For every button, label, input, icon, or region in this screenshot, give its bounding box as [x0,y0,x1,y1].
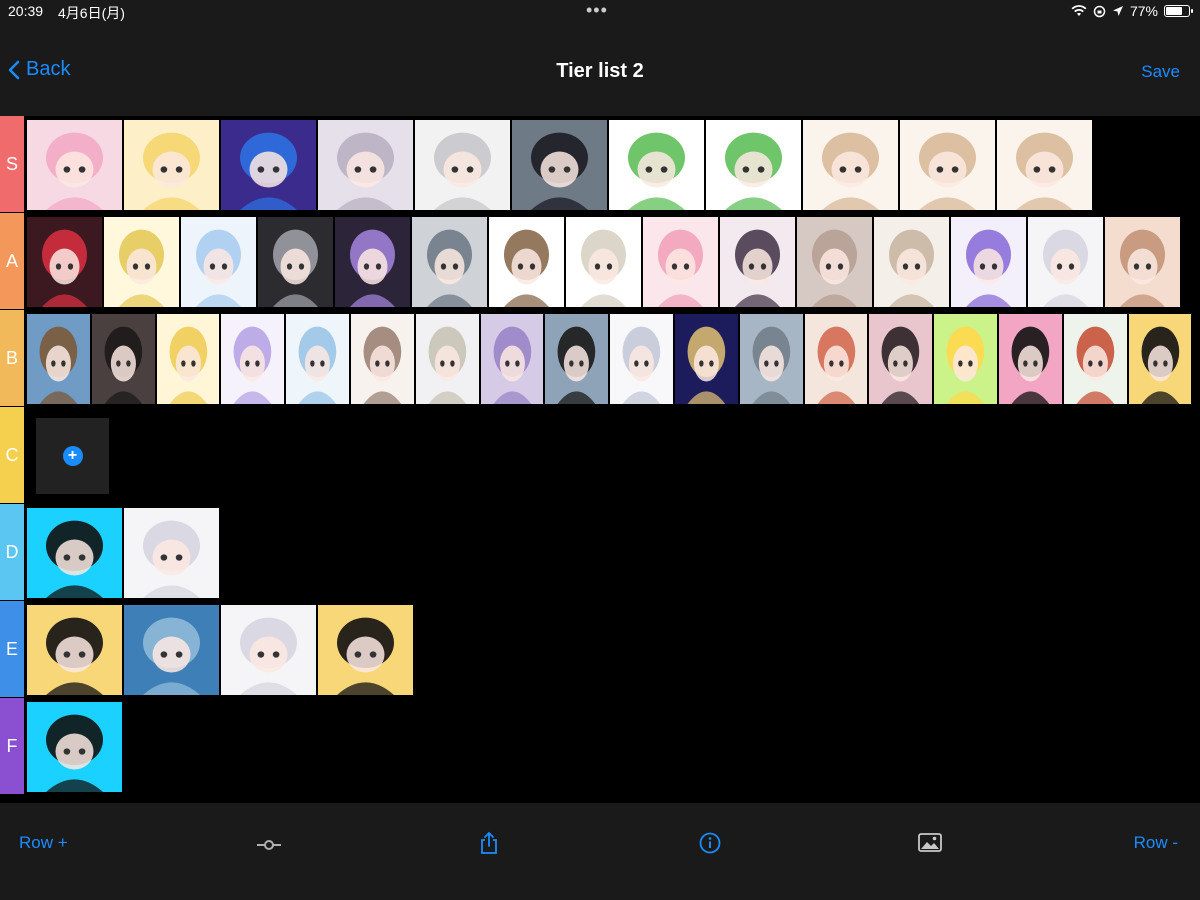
save-button[interactable]: Save [1141,62,1180,82]
tier-image-photo-girl-dark[interactable] [90,313,156,405]
slider-icon[interactable] [256,837,282,857]
tier-image-cat-ears[interactable] [350,313,415,405]
tier-image-green-dino[interactable] [705,119,802,211]
tier-row-c[interactable]: C + [0,407,1200,504]
tier-image-white-haired[interactable] [414,119,511,211]
tier-row-e[interactable]: E [0,601,1200,698]
back-label: Back [26,58,71,80]
tier-row-a[interactable]: A [0,213,1200,310]
page-title: Tier list 2 [556,60,644,82]
tier-list: S A B C + D E F [0,116,1200,800]
status-time: 20:39 [8,3,44,19]
tier-image-photo-girl-pink[interactable] [868,313,934,405]
battery-percent: 77% [1129,3,1158,19]
tier-image-mickey[interactable] [1127,313,1193,405]
tier-label[interactable]: F [0,698,24,794]
tier-image-grey-wolf[interactable] [257,216,334,308]
tier-image-penguin[interactable] [544,313,610,405]
wifi-icon [1071,5,1087,16]
tier-image-blonde-wink[interactable] [155,313,221,405]
tier-image-white-boy[interactable] [220,604,317,696]
tier-image-photo-girl[interactable] [511,119,608,211]
tier-image-purple-fluffy[interactable] [479,313,545,405]
tier-row-b[interactable]: B [0,310,1200,407]
tier-label[interactable]: B [0,310,24,406]
chevron-left-icon [8,60,20,79]
tier-image-night-boy[interactable] [674,313,739,405]
tier-image-light-blue[interactable] [180,216,257,308]
tier-image-landscape[interactable] [26,313,91,405]
tier-label[interactable]: A [0,213,24,309]
tier-row-d[interactable]: D [0,504,1200,601]
tier-image-blonde-boy[interactable] [103,216,180,308]
tier-image-brown-girl[interactable] [1104,216,1181,308]
image-icon[interactable] [918,833,942,857]
tier-image-white-boy[interactable] [1027,216,1104,308]
tier-image-mickey[interactable] [317,604,414,696]
tier-image-blue-eye[interactable] [414,313,480,405]
tier-image-sunglasses-chick[interactable] [933,313,998,405]
multitasking-dots-icon[interactable]: ••• [586,0,608,21]
tier-image-brown-boy[interactable] [488,216,565,308]
tier-image-lavender-boy[interactable] [220,313,286,405]
row-minus-button[interactable]: Row - [1134,833,1178,853]
tier-image-mickey-rainbow[interactable] [26,507,123,599]
info-icon[interactable] [699,832,721,859]
battery-fill [1166,7,1183,15]
bottom-toolbar: Row + Row - [0,803,1200,900]
tier-image-red-hair-boy[interactable] [1062,313,1128,405]
tier-image-bunny-girl[interactable] [899,119,996,211]
tier-image-red-hood[interactable] [803,313,869,405]
tier-image-beige-girl[interactable] [796,216,873,308]
tier-row-s[interactable]: S [0,116,1200,213]
tier-image-bunny-girl[interactable] [802,119,899,211]
row-plus-button[interactable]: Row + [19,833,68,853]
tier-image-green-dino[interactable] [608,119,705,211]
status-right: 77% [1071,3,1193,19]
tier-image-red-hair[interactable] [26,216,103,308]
plus-icon: + [62,446,83,466]
tier-label[interactable]: D [0,504,24,600]
orientation-lock-icon [1093,5,1106,17]
tier-image-old-man[interactable] [411,216,488,308]
share-icon[interactable] [479,831,499,860]
tier-image-sketch-boy[interactable] [565,216,642,308]
tier-image-blonde-girl[interactable] [123,119,220,211]
tier-image-silver-chibi[interactable] [609,313,674,405]
tier-row-f[interactable]: F [0,698,1200,795]
tier-image-dark-bob[interactable] [719,216,796,308]
status-bar: 20:39 4月6日(月) ••• 77% [0,0,1200,24]
back-button[interactable]: Back [8,58,70,81]
tier-image-penguin-hood[interactable] [285,313,350,405]
tier-label[interactable]: E [0,601,24,697]
location-icon [1112,6,1123,16]
tier-image-blue-haired[interactable] [220,119,317,211]
tier-image-purple-dark[interactable] [334,216,411,308]
tier-image-pink-chibi[interactable] [26,119,123,211]
tier-image-mickey[interactable] [26,604,123,696]
tier-image-silver-haired[interactable] [317,119,414,211]
tier-image-default-avatar[interactable] [738,313,804,405]
tier-image-mickey-rainbow[interactable] [26,701,123,793]
navigation-bar: Back Tier list 2 Save [0,24,1200,116]
tier-image-blue-plush[interactable] [123,604,220,696]
tier-image-bunny-girl[interactable] [996,119,1093,211]
tier-label[interactable]: C [0,407,24,503]
tier-image-pink-angel[interactable] [642,216,719,308]
tier-image-purple-boy[interactable] [950,216,1027,308]
add-image-button[interactable]: + [36,418,109,494]
tier-image-mint-bunny[interactable] [873,216,950,308]
tier-image-black-cat[interactable] [998,313,1063,405]
tier-label[interactable]: S [0,116,24,212]
tier-image-white-boy[interactable] [123,507,220,599]
battery-icon [1164,5,1193,17]
status-date: 4月6日(月) [58,5,125,21]
